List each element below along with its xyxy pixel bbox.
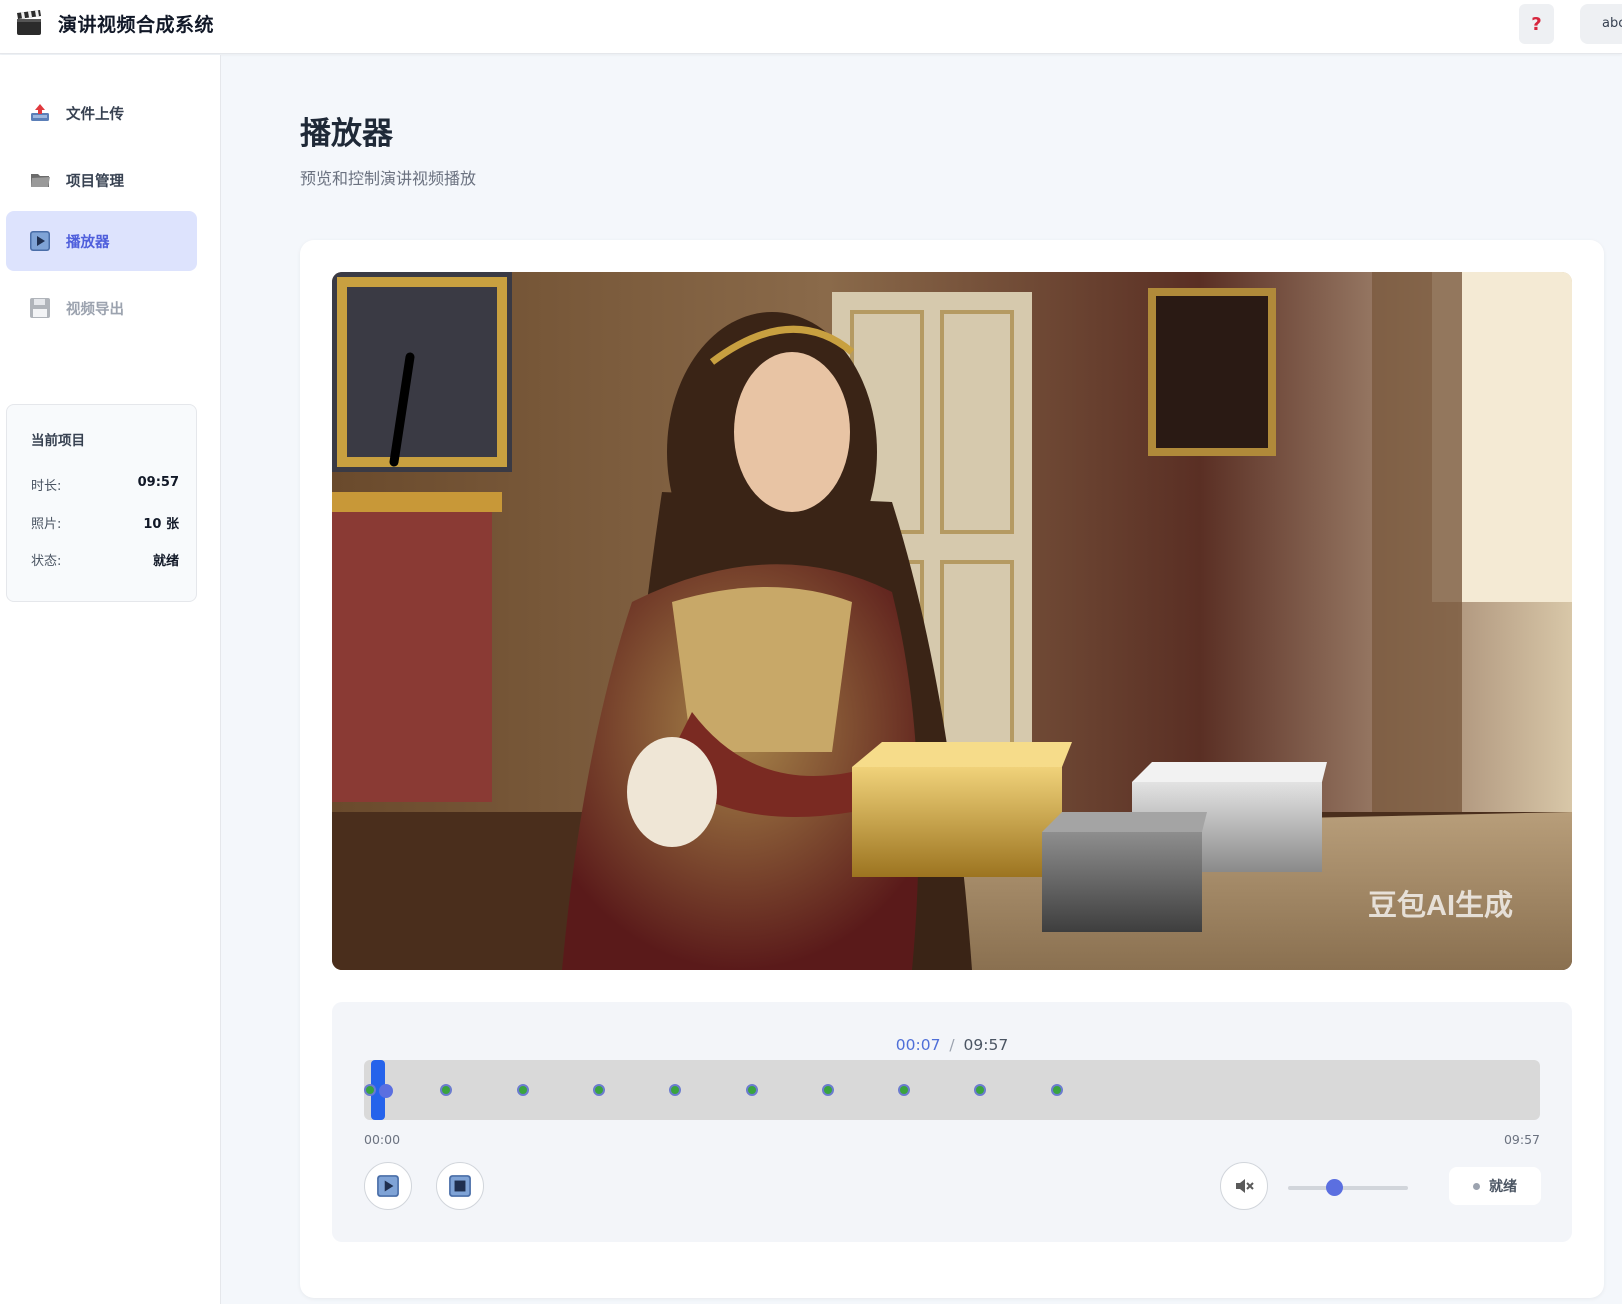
status-label: 状态: — [31, 554, 62, 569]
app-title: 演讲视频合成系统 — [58, 14, 215, 36]
slide-marker[interactable] — [364, 1084, 376, 1096]
timeline-end-label: 09:57 — [1503, 1132, 1540, 1147]
slide-marker[interactable] — [821, 1084, 834, 1096]
slide-marker[interactable] — [592, 1084, 605, 1096]
photos-label: 照片: — [31, 517, 62, 532]
project-status-row: 状态: 就绪 — [31, 550, 179, 569]
player-status-badge: 就绪 — [1449, 1167, 1541, 1205]
floppy-disk-icon — [30, 298, 50, 318]
player-status-label: 就绪 — [1489, 1179, 1517, 1195]
volume-slider-knob[interactable] — [1325, 1179, 1343, 1196]
sidebar-item-upload[interactable]: 文件上传 — [6, 83, 197, 143]
status-value: 就绪 — [152, 554, 179, 569]
play-icon — [377, 1175, 399, 1197]
clapperboard-icon — [17, 10, 41, 35]
stop-button[interactable] — [436, 1162, 484, 1210]
slide-marker[interactable] — [440, 1084, 453, 1096]
slide-marker[interactable] — [974, 1084, 987, 1096]
timeline-track[interactable] — [364, 1060, 1540, 1120]
timeline-start-label: 00:00 — [364, 1132, 401, 1147]
folder-icon — [31, 174, 50, 187]
mute-button[interactable] — [1220, 1162, 1268, 1210]
video-preview[interactable]: 豆包AI生成 — [332, 272, 1572, 970]
slide-marker[interactable] — [1050, 1084, 1063, 1096]
current-project-card: 当前项目 时长: 09:57 照片: 10 张 状态: 就绪 — [6, 404, 197, 602]
video-watermark: 豆包AI生成 — [1368, 888, 1513, 922]
time-display: 00:07 / 09:57 — [332, 1036, 1572, 1054]
upload-inbox-icon — [31, 104, 49, 121]
project-card-title: 当前项目 — [31, 433, 85, 449]
slide-marker[interactable] — [745, 1084, 758, 1096]
page-title: 播放器 — [300, 116, 393, 152]
time-separator: / — [949, 1036, 955, 1054]
project-duration-row: 时长: 09:57 — [31, 475, 179, 494]
volume-slider[interactable] — [1288, 1179, 1408, 1196]
duration-value: 09:57 — [137, 475, 179, 490]
project-photos-row: 照片: 10 张 — [31, 513, 179, 532]
playhead-handle[interactable] — [379, 1084, 394, 1098]
slide-marker[interactable] — [898, 1084, 911, 1096]
sidebar-item-label: 视频导出 — [66, 301, 124, 318]
player-controls: 00:07 / 09:57 00:00 09:57 就绪 — [332, 1002, 1572, 1242]
sidebar-item-label: 文件上传 — [66, 106, 124, 123]
status-dot-icon — [1473, 1182, 1480, 1190]
play-button-icon — [30, 231, 50, 251]
sidebar-item-export[interactable]: 视频导出 — [6, 278, 197, 338]
slide-marker[interactable] — [669, 1084, 682, 1096]
speaker-muted-icon — [1236, 1179, 1254, 1193]
sidebar-item-label: 项目管理 — [66, 173, 124, 190]
sidebar-item-projects[interactable]: 项目管理 — [6, 150, 197, 210]
duration-label: 时长: — [31, 479, 62, 494]
total-time: 09:57 — [963, 1036, 1009, 1054]
play-button[interactable] — [364, 1162, 412, 1210]
slide-marker[interactable] — [516, 1084, 529, 1096]
top-bar: 演讲视频合成系统 ? abc — [0, 0, 1622, 54]
stop-icon — [449, 1175, 471, 1197]
sidebar: 文件上传 项目管理 播放器 视频导出 当前项目 时长: 09:57 照片: 10… — [0, 55, 221, 1304]
video-frame-image: 豆包AI生成 — [332, 272, 1572, 970]
sidebar-item-player[interactable]: 播放器 — [6, 211, 197, 271]
help-button[interactable]: ? — [1519, 4, 1554, 44]
photos-value: 10 张 — [143, 517, 179, 532]
sidebar-item-label: 播放器 — [66, 234, 110, 251]
page-subtitle: 预览和控制演讲视频播放 — [300, 169, 477, 188]
user-menu-button[interactable]: abc — [1580, 4, 1622, 44]
current-time: 00:07 — [895, 1036, 941, 1054]
